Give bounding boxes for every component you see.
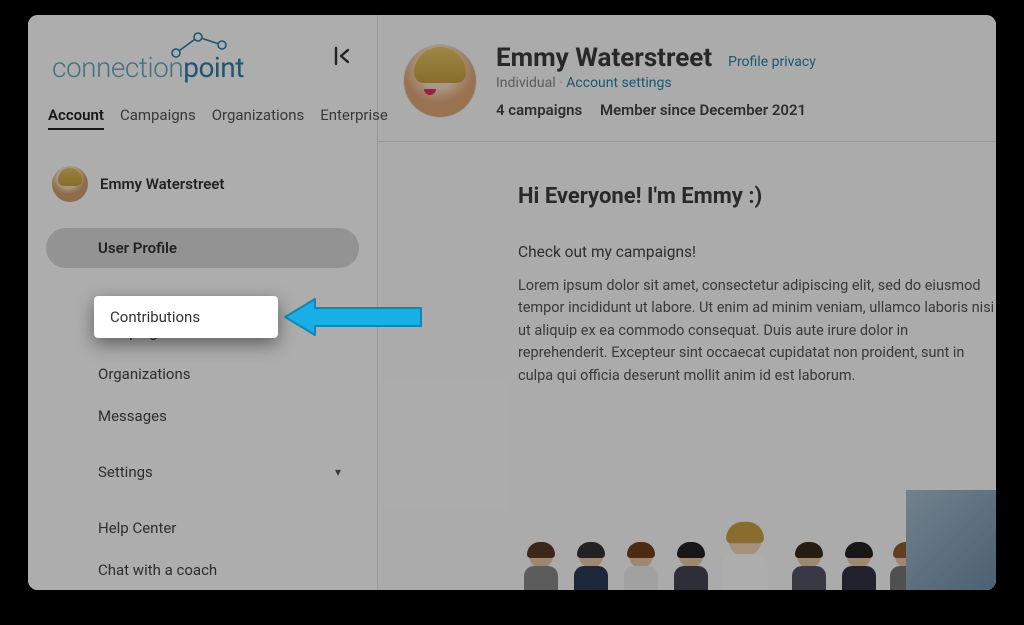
sidebar-nav: User Profile . Campaigns Organizations M… (46, 222, 359, 590)
scope-tabs: Account Campaigns Organizations Enterpri… (46, 94, 359, 138)
side-photo (906, 490, 996, 590)
avatar (52, 166, 88, 202)
profile-privacy-link[interactable]: Profile privacy (728, 54, 816, 70)
nav-messages[interactable]: Messages (46, 396, 359, 436)
nav-user-profile[interactable]: User Profile (46, 228, 359, 268)
nav-organizations[interactable]: Organizations (46, 354, 359, 394)
bio-text: Lorem ipsum dolor sit amet, consectetur … (518, 275, 996, 387)
bio-lead: Check out my campaigns! (518, 243, 996, 261)
profile-type: Individual (496, 75, 556, 91)
profile-body: Hi Everyone! I'm Emmy :) Check out my ca… (378, 142, 996, 590)
brand-network-icon (170, 31, 240, 59)
account-settings-link[interactable]: Account settings (566, 75, 671, 91)
tab-campaigns[interactable]: Campaigns (120, 106, 196, 130)
brand-logo[interactable]: connectionpoint (52, 33, 244, 84)
avatar (404, 45, 476, 117)
nav-help-center[interactable]: Help Center (46, 508, 359, 548)
profile-name: Emmy Waterstreet (496, 43, 712, 73)
collapse-sidebar-icon[interactable] (331, 45, 353, 72)
nav-settings[interactable]: Settings ▾ (46, 452, 359, 492)
sidebar-user-name: Emmy Waterstreet (100, 175, 224, 193)
stat-campaigns: 4 campaigns (496, 101, 582, 119)
chevron-down-icon: ▾ (335, 465, 341, 479)
nav-chat-coach[interactable]: Chat with a coach (46, 550, 359, 590)
tab-account[interactable]: Account (48, 106, 104, 130)
sidebar-user[interactable]: Emmy Waterstreet (46, 138, 359, 222)
tab-enterprise[interactable]: Enterprise (320, 106, 388, 130)
main-content: Emmy Waterstreet Profile privacy Individ… (378, 15, 996, 590)
bio-heading: Hi Everyone! I'm Emmy :) (518, 184, 996, 209)
nav-contributions[interactable]: Contributions (94, 296, 278, 338)
stat-member-since: Member since December 2021 (600, 101, 806, 119)
nav-settings-label: Settings (98, 463, 153, 481)
tab-organizations[interactable]: Organizations (212, 106, 305, 130)
brand-word-1: connection (52, 51, 183, 84)
profile-header: Emmy Waterstreet Profile privacy Individ… (378, 15, 996, 142)
callout-arrow-icon (283, 296, 423, 338)
